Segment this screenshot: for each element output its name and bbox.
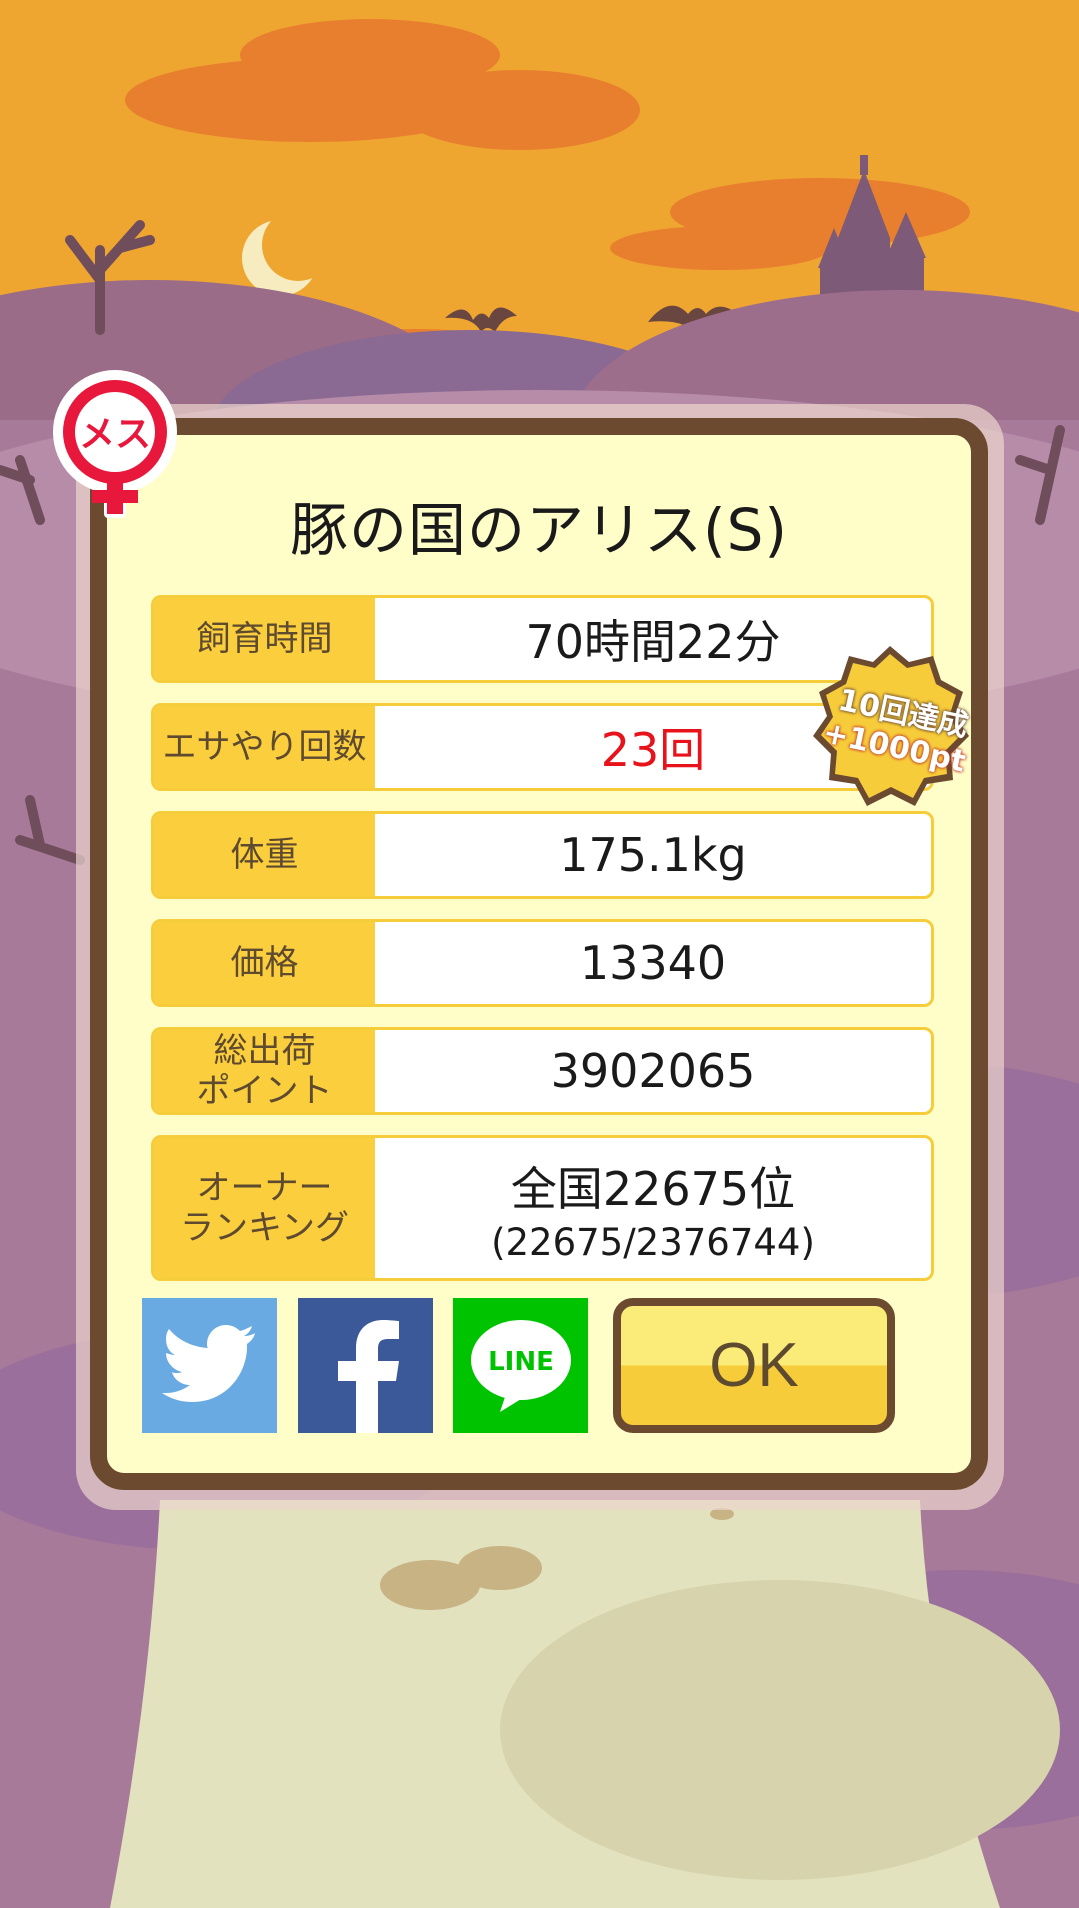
- row-label: 価格: [154, 922, 375, 1004]
- ranking-main: 全国22675位: [510, 1161, 796, 1216]
- ok-button[interactable]: OK: [613, 1298, 895, 1433]
- row-total-shipping-points: 総出荷 ポイント 3902065: [151, 1027, 934, 1115]
- row-value: 全国22675位 (22675/2376744): [375, 1138, 931, 1278]
- row-owner-ranking: オーナー ランキング 全国22675位 (22675/2376744): [151, 1135, 934, 1281]
- row-price: 価格 13340: [151, 919, 934, 1007]
- pig-name-title: 豚の国のアリス(S): [289, 496, 789, 564]
- gender-label: メス: [79, 414, 151, 455]
- line-logo-icon: LINE: [470, 1319, 571, 1412]
- row-value: 13340: [579, 936, 727, 990]
- twitter-bird-icon: [161, 1324, 255, 1402]
- facebook-f-icon: [337, 1320, 399, 1433]
- row-value: 175.1kg: [559, 828, 747, 882]
- line-label: LINE: [488, 1347, 554, 1377]
- line-share-button[interactable]: LINE: [453, 1298, 588, 1433]
- row-value: 3902065: [550, 1044, 756, 1098]
- ranking-sub: (22675/2376744): [491, 1220, 815, 1264]
- row-label: エサやり回数: [154, 706, 375, 788]
- twitter-share-button[interactable]: [142, 1298, 277, 1433]
- row-weight: 体重 175.1kg: [151, 811, 934, 899]
- row-label: 総出荷 ポイント: [154, 1030, 375, 1112]
- row-label: オーナー ランキング: [154, 1138, 375, 1278]
- row-label: 体重: [154, 814, 375, 896]
- row-label: 飼育時間: [154, 598, 375, 680]
- female-gender-icon: メス: [53, 370, 177, 518]
- facebook-share-button[interactable]: [298, 1298, 433, 1433]
